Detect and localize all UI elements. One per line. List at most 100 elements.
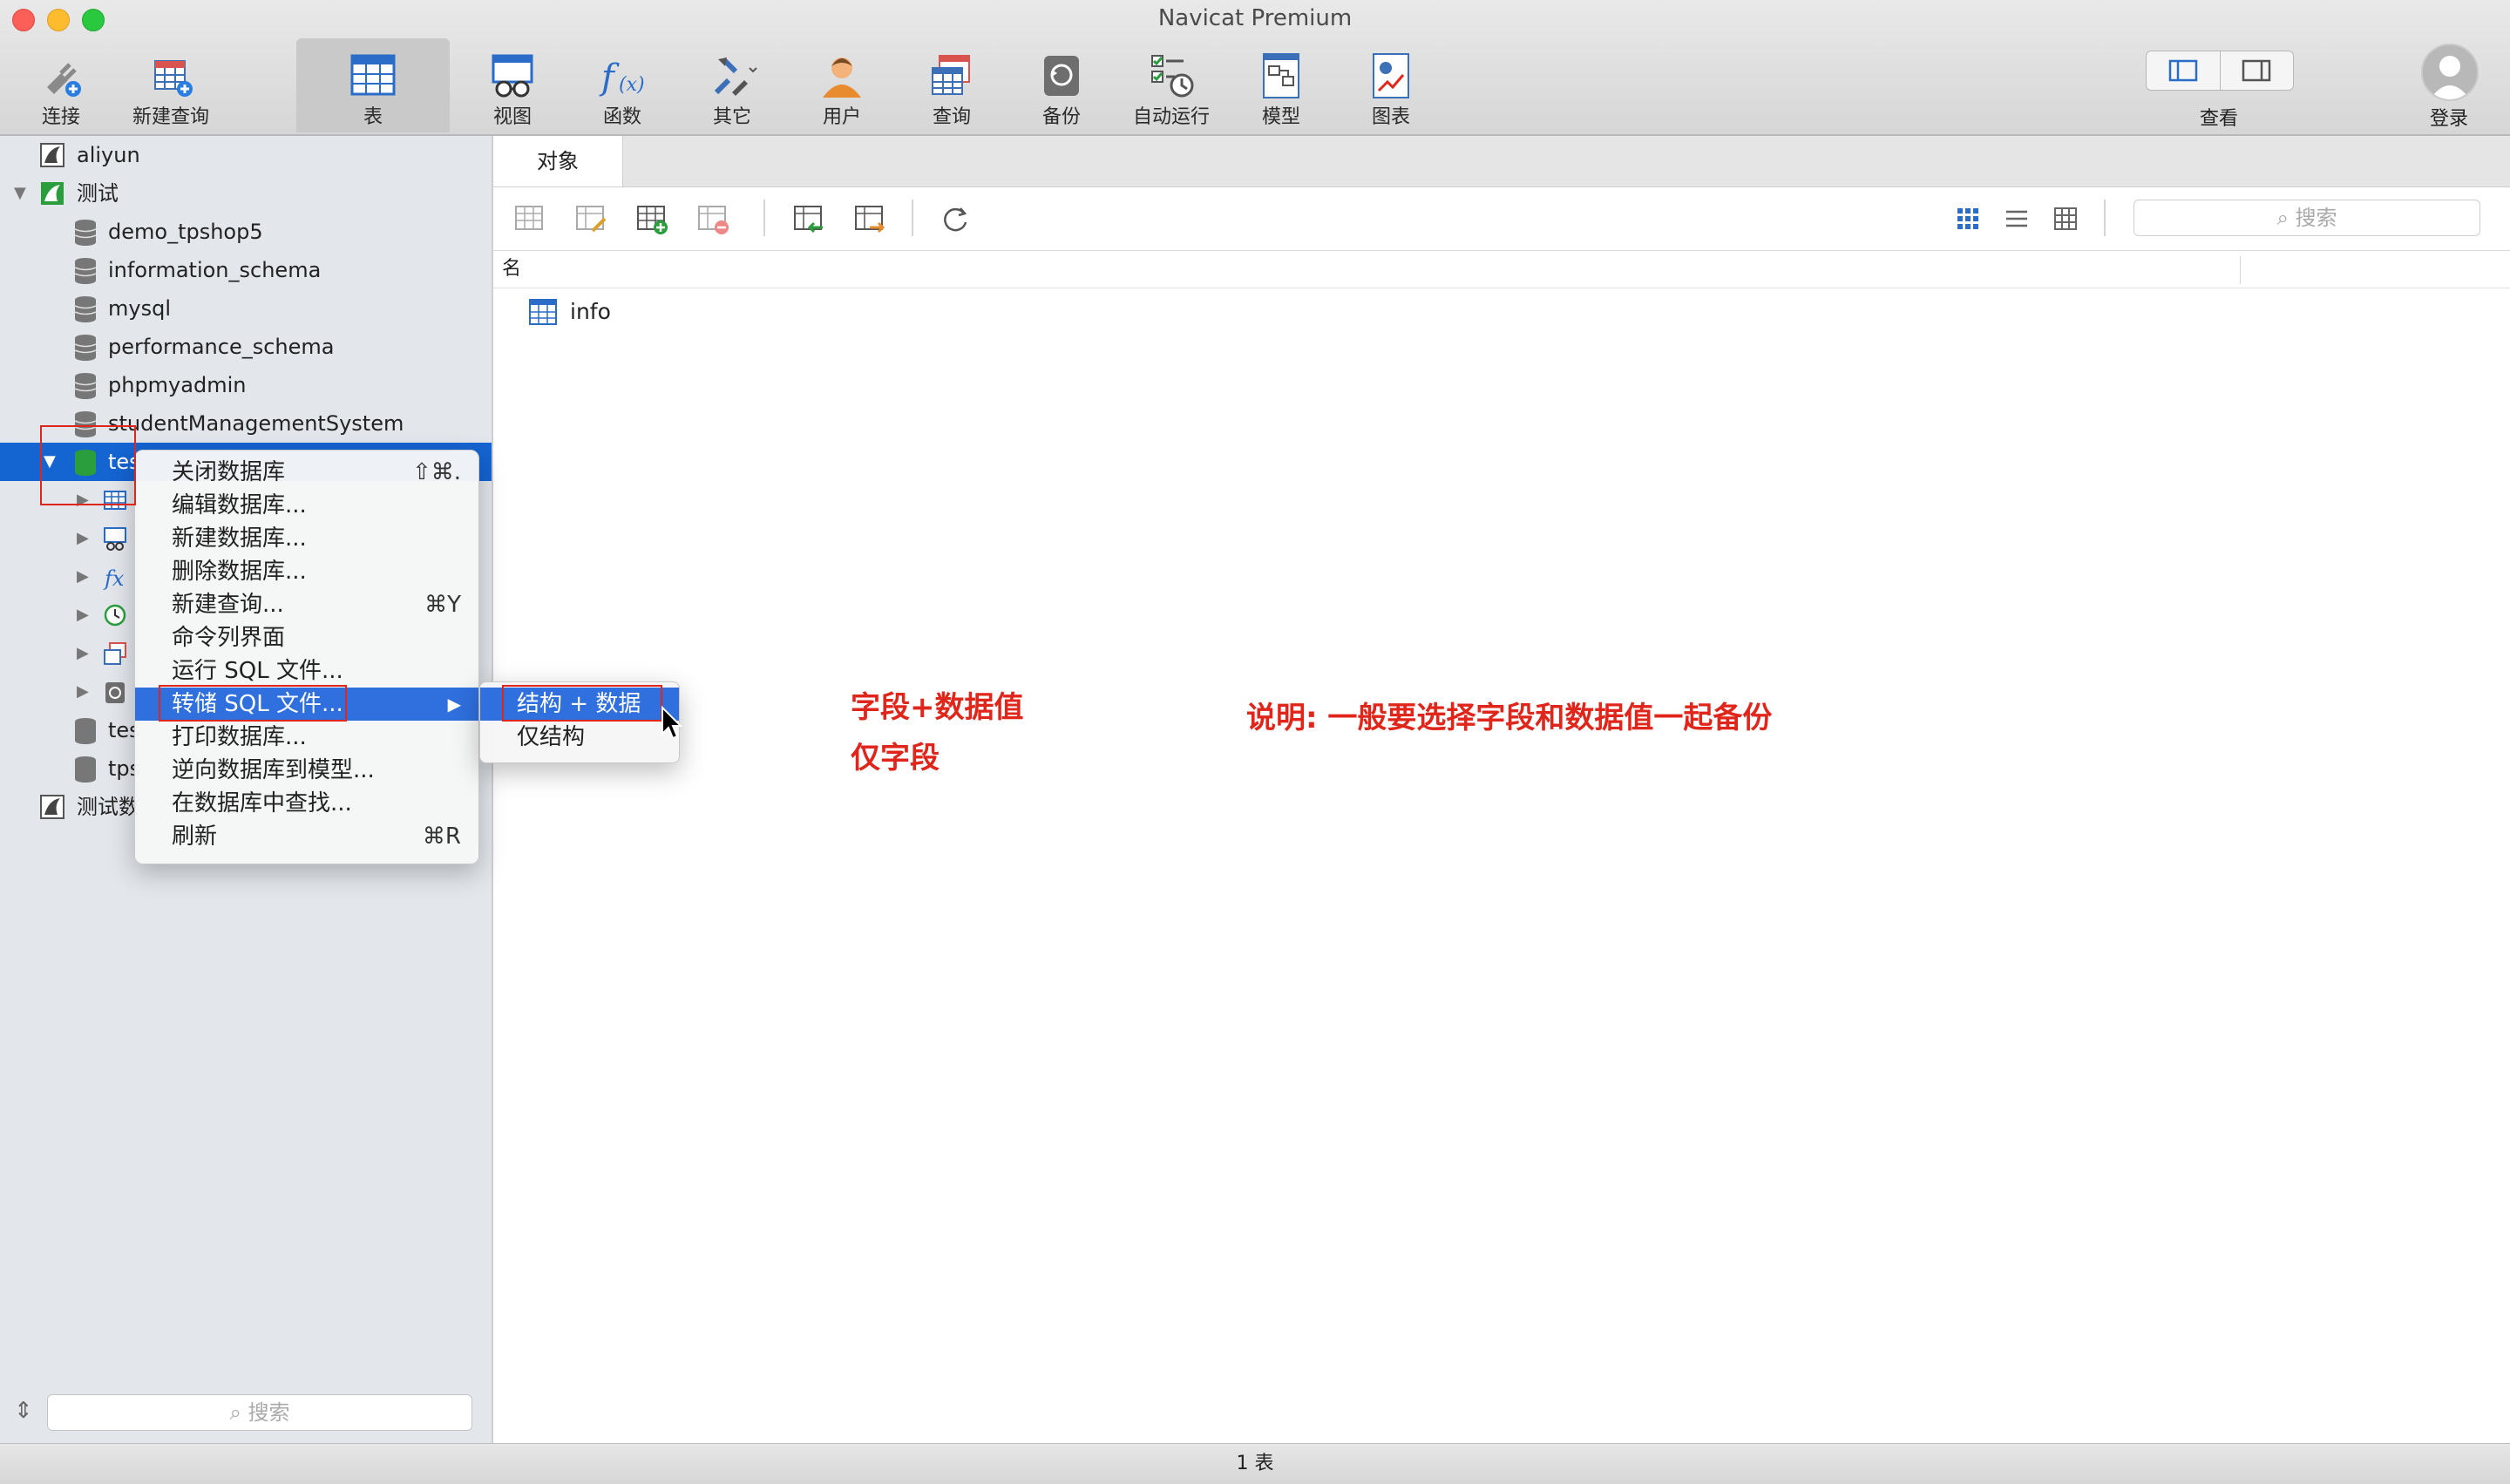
collapse-triangle-icon[interactable]: ▶: [77, 634, 89, 673]
backup-icon: [1044, 56, 1079, 96]
toggle-info-panel-button[interactable]: [2221, 51, 2294, 90]
import-wizard-button[interactable]: [790, 200, 828, 238]
column-name-header[interactable]: 名: [502, 251, 521, 288]
function-icon: f (x): [599, 58, 645, 98]
search-placeholder: 搜索: [248, 1400, 290, 1425]
right-panel-icon: [2242, 59, 2271, 82]
menu-label: 编辑数据库...: [172, 492, 307, 518]
collapse-triangle-icon[interactable]: ▶: [77, 596, 89, 634]
toolbar-other-button[interactable]: 其它: [680, 40, 784, 131]
function-icon: fx: [103, 566, 125, 591]
tree-database[interactable]: performance_schema: [0, 328, 492, 366]
menu-item-console[interactable]: 命令列界面: [135, 621, 478, 654]
tree-label: studentManagementSystem: [108, 411, 404, 436]
left-panel-icon: [2168, 59, 2197, 82]
tree-database[interactable]: mysql: [0, 289, 492, 328]
tree-label: 测试: [77, 181, 119, 206]
detail-view-button[interactable]: [2046, 200, 2085, 238]
export-wizard-button[interactable]: [851, 200, 889, 238]
mouse-cursor-icon: [661, 706, 683, 740]
database-icon: [74, 373, 97, 399]
menu-item-reverse-to-model[interactable]: 逆向数据库到模型...: [135, 754, 478, 787]
menu-item-new-database[interactable]: 新建数据库...: [135, 522, 478, 555]
menu-item-new-query[interactable]: 新建查询... ⌘Y: [135, 588, 478, 621]
menu-label: 关闭数据库: [172, 459, 286, 485]
toolbar-label: 自动运行: [1132, 106, 1210, 128]
toggle-sidebar-button[interactable]: [2147, 51, 2221, 90]
toolbar-table-button[interactable]: 表: [296, 38, 450, 132]
tools-icon: [714, 57, 757, 96]
tab-objects[interactable]: 对象: [493, 136, 623, 186]
expand-triangle-icon[interactable]: ▼: [14, 174, 26, 213]
refresh-icon: [944, 207, 967, 232]
toolbar-chart-button[interactable]: 图表: [1339, 40, 1443, 131]
toolbar-backup-button[interactable]: 备份: [1009, 40, 1114, 131]
menu-label: 在数据库中查找...: [172, 790, 352, 817]
tree-database[interactable]: information_schema: [0, 251, 492, 289]
new-query-icon: [154, 60, 193, 97]
collapse-triangle-icon[interactable]: ▶: [77, 673, 89, 711]
toolbar-separator: [763, 200, 765, 236]
toolbar-connection-button[interactable]: 连接: [9, 40, 113, 131]
menu-item-find-in-database[interactable]: 在数据库中查找...: [135, 787, 478, 820]
database-icon: [74, 220, 97, 246]
open-table-button[interactable]: [511, 200, 549, 238]
toolbar-function-button[interactable]: f (x) 函数: [570, 40, 675, 131]
toolbar-label: 表: [363, 106, 383, 128]
new-table-button[interactable]: [633, 200, 671, 238]
icon-view-button[interactable]: [1949, 200, 1987, 238]
table-icon: [529, 299, 557, 325]
design-table-button[interactable]: [572, 200, 610, 238]
toolbar-model-button[interactable]: 模型: [1229, 40, 1333, 131]
menu-item-print-database[interactable]: 打印数据库...: [135, 721, 478, 754]
sort-order-icon[interactable]: ⇕: [14, 1398, 33, 1424]
annotation-box-dump-sql: [159, 685, 347, 722]
tree-database[interactable]: demo_tpshop5: [0, 213, 492, 251]
menu-label: 打印数据库...: [172, 724, 307, 750]
refresh-button[interactable]: [936, 200, 974, 238]
tree-connection-test[interactable]: ▼ 测试: [0, 174, 492, 213]
menu-item-edit-database[interactable]: 编辑数据库...: [135, 489, 478, 522]
new-table-icon: [637, 206, 668, 234]
sidebar-search-input[interactable]: ⌕ 搜索: [47, 1394, 472, 1431]
toolbar-label: 用户: [822, 106, 861, 128]
tree-database[interactable]: phpmyadmin: [0, 366, 492, 404]
list-view-button[interactable]: [1998, 200, 2036, 238]
submenu-arrow-icon: ▶: [447, 694, 461, 715]
list-view-icon: [2006, 210, 2027, 227]
menu-label: 新建查询...: [172, 592, 284, 618]
query-icon: [104, 642, 126, 665]
menu-item-refresh[interactable]: 刷新 ⌘R: [135, 820, 478, 853]
column-divider[interactable]: [2240, 256, 2241, 284]
submenu-item-structure-only[interactable]: 仅结构: [480, 721, 679, 754]
toolbar-automation-button[interactable]: 自动运行: [1119, 40, 1224, 131]
window-title: Navicat Premium: [1157, 5, 1353, 31]
menu-label: 仅结构: [517, 724, 586, 750]
search-icon: ⌕: [2276, 206, 2289, 230]
toolbar-label: 连接: [41, 106, 80, 128]
menu-item-delete-database[interactable]: 删除数据库...: [135, 555, 478, 588]
tab-bar: 对象: [493, 136, 2510, 187]
menu-item-close-database[interactable]: 关闭数据库 ⇧⌘.: [135, 456, 478, 489]
object-name: info: [570, 299, 611, 324]
annotation-explanation: 说明: 一般要选择字段和数据值一起备份: [1246, 701, 1773, 735]
toolbar-view-button[interactable]: 视图: [460, 40, 565, 131]
tree-connection-aliyun[interactable]: aliyun: [0, 136, 492, 174]
toolbar-query-button[interactable]: 查询: [899, 40, 1004, 131]
menu-item-run-sql-file[interactable]: 运行 SQL 文件...: [135, 654, 478, 688]
object-search-input[interactable]: ⌕ 搜索: [2134, 200, 2480, 236]
menu-label: 删除数据库...: [172, 559, 307, 585]
user-icon: [823, 58, 861, 98]
view-toggle: [2146, 51, 2294, 91]
toolbar-user-button[interactable]: 用户: [790, 40, 894, 131]
toolbar-new-query-button[interactable]: 新建查询: [119, 40, 223, 131]
annotation-structure-data: 字段+数据值: [851, 690, 1024, 725]
collapse-triangle-icon[interactable]: ▶: [77, 519, 89, 558]
delete-table-button[interactable]: [694, 200, 732, 238]
status-bar: 1 表: [0, 1443, 2510, 1484]
tree-label: performance_schema: [108, 335, 335, 359]
search-icon: ⌕: [229, 1400, 241, 1425]
login-button[interactable]: [2421, 44, 2479, 101]
collapse-triangle-icon[interactable]: ▶: [77, 558, 89, 596]
menu-shortcut: ⌘R: [422, 823, 461, 850]
